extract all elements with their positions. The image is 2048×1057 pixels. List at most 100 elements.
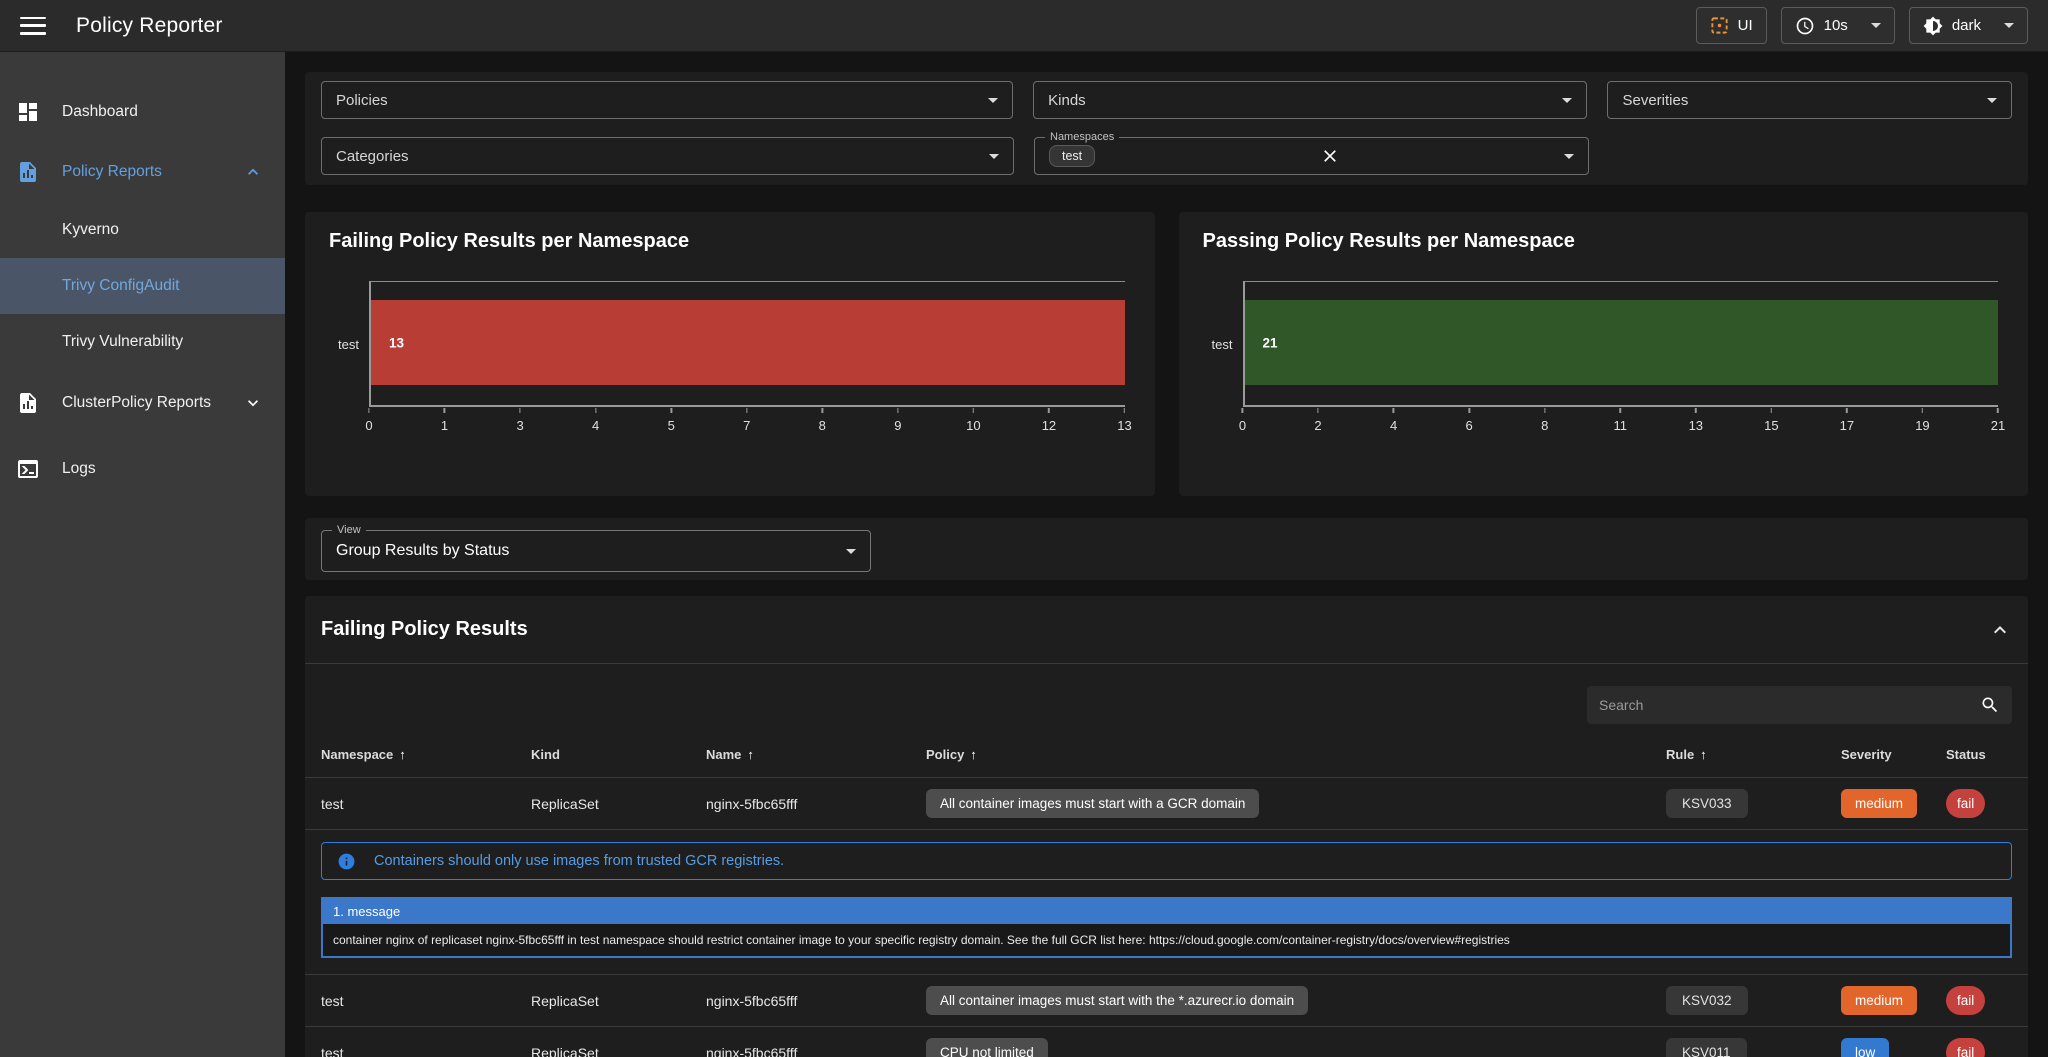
x-axis-tick-label: 7	[743, 408, 750, 433]
severity-badge: low	[1841, 1038, 1889, 1057]
sort-asc-icon: ↑	[1700, 747, 1707, 762]
info-icon	[337, 852, 356, 871]
menu-icon[interactable]	[20, 17, 46, 35]
x-axis-tick-label: 8	[819, 408, 826, 433]
filter-panel: Policies Kinds Severities Categories Nam…	[305, 72, 2028, 185]
x-axis-tick-label: 1	[441, 408, 448, 433]
results-table: Namespace↑ Kind Name↑ Policy↑ Rule↑ Seve…	[305, 732, 2028, 1057]
chevron-down-icon	[989, 154, 999, 159]
sidebar-item-kyverno[interactable]: Kyverno	[0, 202, 285, 258]
sidebar-item-logs[interactable]: Logs	[0, 436, 285, 502]
chevron-down-icon	[2004, 23, 2014, 28]
policy-chip: All container images must start with the…	[926, 986, 1308, 1015]
clock-icon	[1795, 16, 1815, 36]
policies-select[interactable]: Policies	[321, 81, 1013, 119]
kinds-select[interactable]: Kinds	[1033, 81, 1587, 119]
cell-namespace: test	[305, 1027, 515, 1057]
chevron-down-icon	[243, 393, 263, 413]
policy-chip: CPU not limited	[926, 1038, 1048, 1057]
failing-chart-x-axis: 01345789101213	[369, 408, 1125, 438]
x-axis-tick-label: 8	[1541, 408, 1548, 433]
severity-badge: medium	[1841, 986, 1917, 1015]
sidebar-item-dashboard[interactable]: Dashboard	[0, 82, 285, 142]
chevron-down-icon	[1564, 154, 1574, 159]
x-axis-tick-label: 13	[1689, 408, 1703, 433]
theme-value: dark	[1952, 17, 1981, 34]
collapse-icon[interactable]	[1988, 618, 2012, 642]
search-input[interactable]	[1599, 697, 1980, 713]
namespace-chip[interactable]: test	[1049, 145, 1095, 167]
x-axis-tick-label: 21	[1991, 408, 2005, 433]
view-select[interactable]: View Group Results by Status	[321, 530, 871, 572]
namespaces-select-label: Namespaces	[1045, 130, 1119, 144]
failing-chart-title: Failing Policy Results per Namespace	[329, 230, 1131, 253]
sort-asc-icon: ↑	[970, 747, 977, 762]
sidebar-item-trivy-configaudit[interactable]: Trivy ConfigAudit	[0, 258, 285, 314]
x-axis-tick-label: 11	[1614, 408, 1628, 433]
policy-chip: All container images must start with a G…	[926, 789, 1259, 818]
cell-kind: ReplicaSet	[515, 1027, 690, 1057]
cell-name: nginx-5fbc65fff	[690, 975, 910, 1027]
column-header-status: Status	[1930, 732, 2028, 778]
cell-name: nginx-5fbc65fff	[690, 1027, 910, 1057]
theme-select[interactable]: dark	[1909, 7, 2028, 44]
clear-icon[interactable]	[1320, 146, 1340, 166]
table-row[interactable]: test ReplicaSet nginx-5fbc65fff CPU not …	[305, 1027, 2028, 1057]
failing-chart-plot: 13	[369, 281, 1125, 407]
file-chart-icon	[16, 391, 40, 415]
x-axis-tick-label: 6	[1466, 408, 1473, 433]
dashboard-icon	[16, 100, 40, 124]
table-row[interactable]: test ReplicaSet nginx-5fbc65fff All cont…	[305, 778, 2028, 830]
passing-chart-card: Passing Policy Results per Namespace tes…	[1179, 212, 2029, 496]
ui-button[interactable]: UI	[1696, 7, 1767, 44]
column-header-severity: Severity	[1825, 732, 1930, 778]
main-content: Policies Kinds Severities Categories Nam…	[285, 52, 2048, 1057]
rule-chip: KSV032	[1666, 986, 1748, 1015]
severities-select[interactable]: Severities	[1607, 81, 2012, 119]
policy-description-alert: Containers should only use images from t…	[321, 842, 2012, 880]
sidebar-item-trivy-vulnerability[interactable]: Trivy Vulnerability	[0, 314, 285, 370]
cell-name: nginx-5fbc65fff	[690, 778, 910, 830]
rule-chip: KSV033	[1666, 789, 1748, 818]
x-axis-tick-label: 5	[668, 408, 675, 433]
table-row[interactable]: test ReplicaSet nginx-5fbc65fff All cont…	[305, 975, 2028, 1027]
refresh-interval-select[interactable]: 10s	[1781, 7, 1895, 44]
x-axis-tick-label: 3	[516, 408, 523, 433]
top-app-bar: Policy Reporter UI 10s dark	[0, 0, 2048, 52]
cell-namespace: test	[305, 975, 515, 1027]
column-header-policy[interactable]: Policy↑	[910, 732, 1650, 778]
sidebar-item-label: Trivy ConfigAudit	[62, 277, 179, 295]
chevron-down-icon	[1562, 98, 1572, 103]
passing-bar-value: 21	[1263, 335, 1278, 350]
search-box	[1587, 686, 2012, 724]
passing-chart-x-axis: 02468111315171921	[1243, 408, 1999, 438]
x-axis-tick-label: 12	[1042, 408, 1056, 433]
status-badge: fail	[1946, 1038, 1985, 1057]
results-title: Failing Policy Results	[321, 618, 528, 641]
categories-select[interactable]: Categories	[321, 137, 1014, 175]
x-axis-tick-label: 9	[894, 408, 901, 433]
theme-brightness-icon	[1923, 16, 1943, 36]
failing-results-card: Failing Policy Results Namespace↑ Kind N…	[305, 596, 2028, 1057]
failing-chart-category-label: test	[329, 281, 369, 407]
chevron-up-icon	[243, 162, 263, 182]
console-icon	[16, 457, 40, 481]
sidebar-item-policy-reports[interactable]: Policy Reports	[0, 142, 285, 202]
sidebar-item-clusterpolicy-reports[interactable]: ClusterPolicy Reports	[0, 370, 285, 436]
column-header-namespace[interactable]: Namespace↑	[305, 732, 515, 778]
message-header: 1. message	[323, 899, 2010, 924]
failing-chart-card: Failing Policy Results per Namespace tes…	[305, 212, 1155, 496]
column-header-kind: Kind	[515, 732, 690, 778]
severities-select-label: Severities	[1622, 92, 1688, 109]
passing-chart-bar: 21	[1245, 300, 1999, 385]
x-axis-tick-label: 0	[1239, 408, 1246, 433]
x-axis-tick-label: 15	[1764, 408, 1778, 433]
column-header-name[interactable]: Name↑	[690, 732, 910, 778]
namespaces-select[interactable]: Namespaces test	[1034, 137, 1589, 175]
search-icon	[1980, 695, 2000, 715]
column-header-rule[interactable]: Rule↑	[1650, 732, 1825, 778]
chevron-down-icon	[1987, 98, 1997, 103]
x-axis-tick-label: 0	[365, 408, 372, 433]
x-axis-tick-label: 2	[1314, 408, 1321, 433]
sidebar-item-label: Dashboard	[62, 103, 138, 121]
